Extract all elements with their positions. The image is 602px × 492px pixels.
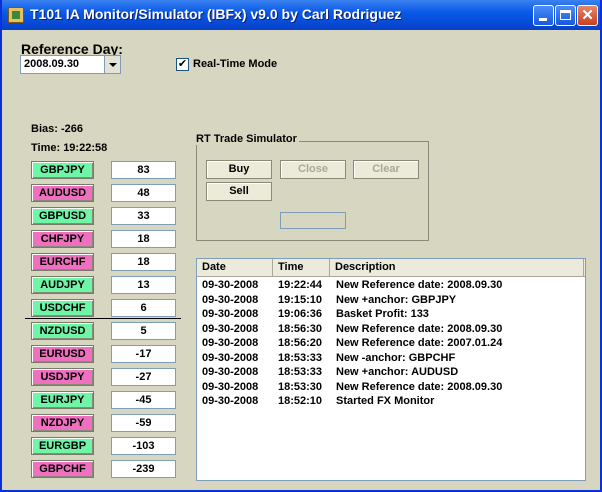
log-header: Date Time Description [197, 259, 585, 277]
log-date: 09-30-2008 [202, 351, 259, 364]
pair-value-nzdjpy: -59 [111, 414, 176, 432]
close-icon: ✕ [581, 7, 594, 24]
pair-value-eurusd: -17 [111, 345, 176, 363]
pair-button-nzdjpy[interactable]: NZDJPY [31, 414, 94, 432]
log-date: 09-30-2008 [202, 308, 259, 320]
pair-button-eurusd[interactable]: EURUSD [31, 345, 94, 363]
minimize-icon [539, 18, 547, 21]
log-time: 18:53:33 [278, 351, 323, 364]
log-row[interactable]: 09-30-2008 19:15:10 New +anchor: GBPJPY [197, 293, 585, 307]
log-date: 09-30-2008 [202, 395, 259, 407]
pair-value-eurjpy: -45 [111, 391, 176, 409]
pair-value-gbpusd: 33 [111, 207, 176, 225]
pair-button-gbpchf[interactable]: GBPCHF [31, 460, 94, 478]
log-description: New Reference date: 2008.09.30 [336, 380, 503, 393]
bias-readout: Bias: -266 [31, 123, 83, 135]
log-row[interactable]: 09-30-2008 18:56:20 New Reference date: 20… [197, 336, 585, 350]
log-description: New -anchor: GBPCHF [336, 351, 456, 364]
maximize-button[interactable] [555, 5, 576, 26]
log-time: 18:56:30 [278, 322, 323, 335]
pair-value-usdchf: 6 [111, 299, 176, 317]
reference-date-value: 2008.09.30 [24, 58, 80, 70]
close-trade-button[interactable]: Close [280, 160, 346, 179]
log-row[interactable]: 09-30-2008 18:53:33 New -anchor: GBPCHF [197, 351, 585, 365]
title-bar[interactable]: T101 IA Monitor/Simulator (IBFx) v9.0 by… [2, 0, 600, 30]
pair-value-usdjpy: -27 [111, 368, 176, 386]
log-time: 19:06:36 [278, 308, 323, 320]
log-row[interactable]: 09-30-2008 19:22:44 New Reference date: 20… [197, 278, 585, 292]
event-log-table[interactable]: Date Time Description 09-30-2008 19:22:44… [196, 258, 586, 481]
pair-button-audusd[interactable]: AUDUSD [31, 184, 94, 202]
log-date: 09-30-2008 [202, 293, 259, 306]
app-window: T101 IA Monitor/Simulator (IBFx) v9.0 by… [0, 0, 602, 492]
log-description: New +anchor: GBPJPY [336, 293, 457, 306]
pair-button-chfjpy[interactable]: CHFJPY [31, 230, 94, 248]
close-button[interactable]: ✕ [577, 5, 598, 26]
reference-date-select[interactable]: 2008.09.30 [20, 55, 121, 74]
log-description: New +anchor: AUDUSD [336, 366, 459, 378]
log-description: Started FX Monitor [336, 395, 435, 407]
pair-button-gbpusd[interactable]: GBPUSD [31, 207, 94, 225]
pair-value-gbpchf: -239 [111, 460, 176, 478]
pair-value-chfjpy: 18 [111, 230, 176, 248]
log-date: 09-30-2008 [202, 322, 259, 335]
log-time: 18:56:20 [278, 337, 323, 349]
log-description: Basket Profit: 133 [336, 308, 429, 320]
log-date: 09-30-2008 [202, 380, 259, 393]
window-title: T101 IA Monitor/Simulator (IBFx) v9.0 by… [30, 6, 402, 22]
log-date: 09-30-2008 [202, 337, 259, 349]
pair-button-eurchf[interactable]: EURCHF [31, 253, 94, 271]
pair-button-nzdusd[interactable]: NZDUSD [31, 322, 94, 340]
log-row[interactable]: 09-30-2008 18:53:33 New +anchor: AUDUSD [197, 365, 585, 379]
app-icon [8, 7, 24, 23]
log-time: 18:53:30 [278, 380, 323, 393]
pair-button-eurjpy[interactable]: EURJPY [31, 391, 94, 409]
simulator-result-field [280, 212, 346, 229]
pair-value-audusd: 48 [111, 184, 176, 202]
log-row[interactable]: 09-30-2008 18:56:30 New Reference date: 20… [197, 322, 585, 336]
realtime-mode-checkbox[interactable]: ✔ [176, 58, 189, 71]
pair-value-audjpy: 13 [111, 276, 176, 294]
log-row[interactable]: 09-30-2008 18:53:30 New Reference date: 20… [197, 380, 585, 394]
pair-button-audjpy[interactable]: AUDJPY [31, 276, 94, 294]
buy-button[interactable]: Buy [206, 160, 272, 179]
log-description: New Reference date: 2008.09.30 [336, 322, 503, 335]
pair-value-eurchf: 18 [111, 253, 176, 271]
log-date: 09-30-2008 [202, 279, 259, 291]
pair-value-nzdusd: 5 [111, 322, 176, 340]
pair-value-gbpjpy: 83 [111, 161, 176, 179]
log-description: New Reference date: 2008.09.30 [336, 279, 503, 291]
log-time: 19:22:44 [278, 279, 323, 291]
column-header-date[interactable]: Date [197, 259, 273, 276]
clear-button[interactable]: Clear [353, 160, 419, 179]
log-time: 18:52:10 [278, 395, 323, 407]
log-row[interactable]: 09-30-2008 18:52:10 Started FX Monitor [197, 394, 585, 408]
column-header-time[interactable]: Time [273, 259, 330, 276]
pair-button-gbpjpy[interactable]: GBPJPY [31, 161, 94, 179]
time-readout: Time: 19:22:58 [31, 142, 108, 154]
log-time: 18:53:33 [278, 366, 323, 378]
log-time: 19:15:10 [278, 293, 323, 306]
trade-simulator-title: RT Trade Simulator [196, 133, 299, 145]
pair-button-eurgbp[interactable]: EURGBP [31, 437, 94, 455]
log-row[interactable]: 09-30-2008 19:06:36 Basket Profit: 133 [197, 307, 585, 321]
maximize-icon [560, 10, 571, 20]
log-date: 09-30-2008 [202, 366, 259, 378]
pair-value-eurgbp: -103 [111, 437, 176, 455]
realtime-mode-label[interactable]: Real-Time Mode [193, 58, 277, 70]
zero-divider [25, 318, 181, 319]
pair-button-usdchf[interactable]: USDCHF [31, 299, 94, 317]
minimize-button[interactable] [533, 5, 554, 26]
log-description: New Reference date: 2007.01.24 [336, 337, 503, 349]
pair-button-usdjpy[interactable]: USDJPY [31, 368, 94, 386]
sell-button[interactable]: Sell [206, 182, 272, 201]
column-header-description[interactable]: Description [330, 259, 584, 276]
chevron-down-icon[interactable] [104, 56, 120, 73]
